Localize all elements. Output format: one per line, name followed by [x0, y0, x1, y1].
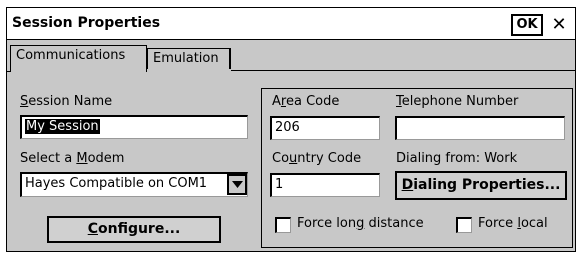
modem-select[interactable]: Hayes Compatible on COM1: [20, 172, 248, 197]
modem-selected-value: Hayes Compatible on COM1: [25, 176, 208, 191]
dialing-properties-button[interactable]: Dialing Properties...: [395, 171, 567, 200]
tab-communications[interactable]: Communications: [10, 45, 147, 72]
tab-emulation-label: Emulation: [153, 51, 219, 66]
ok-button[interactable]: OK: [511, 14, 543, 36]
tab-divider-right: [231, 70, 575, 71]
title-bar: Session Properties OK ✕: [7, 8, 575, 40]
country-code-value: 1: [275, 177, 284, 192]
country-code-input[interactable]: 1: [270, 173, 380, 197]
telephone-number-label: Telephone Number: [396, 94, 519, 109]
dialing-from-text: Dialing from: Work: [396, 151, 518, 166]
country-code-label: Country Code: [272, 151, 362, 166]
session-name-label: Session Name: [20, 94, 113, 109]
configure-button[interactable]: Configure...: [47, 216, 221, 243]
force-long-distance-checkbox[interactable]: [275, 217, 291, 233]
force-local-checkbox[interactable]: [456, 217, 472, 233]
area-code-input[interactable]: 206: [270, 116, 380, 140]
session-name-value: My Session: [25, 119, 100, 134]
session-name-input[interactable]: My Session: [20, 115, 248, 139]
chevron-down-icon: [232, 181, 243, 188]
select-modem-label: Select a Modem: [20, 151, 125, 166]
modem-dropdown-button[interactable]: [227, 174, 247, 195]
dialog-title: Session Properties: [12, 15, 161, 31]
force-long-distance-label: Force long distance: [297, 216, 424, 231]
tab-communications-label: Communications: [16, 48, 126, 63]
telephone-number-input[interactable]: [395, 116, 565, 140]
area-code-label: Area Code: [272, 94, 340, 109]
area-code-value: 206: [275, 120, 300, 135]
session-properties-dialog: Session Properties OK ✕ Emulation Commun…: [6, 7, 576, 252]
force-local-label: Force local: [478, 216, 548, 231]
close-icon[interactable]: ✕: [547, 13, 571, 37]
tab-emulation[interactable]: Emulation: [147, 48, 231, 69]
